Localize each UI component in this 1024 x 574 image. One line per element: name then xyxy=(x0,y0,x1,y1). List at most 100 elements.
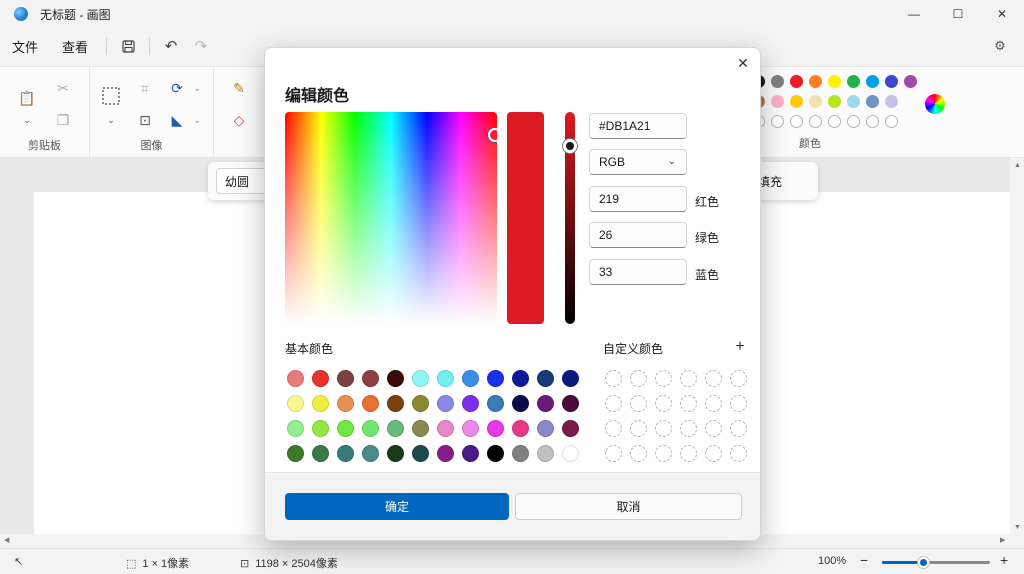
resize-button[interactable]: ⊡ xyxy=(134,109,156,131)
basic-color-swatch[interactable] xyxy=(312,445,329,462)
redo-button[interactable]: ↷ xyxy=(186,32,216,60)
basic-color-swatch[interactable] xyxy=(512,370,529,387)
basic-color-swatch[interactable] xyxy=(412,370,429,387)
basic-color-swatch[interactable] xyxy=(462,370,479,387)
basic-color-swatch[interactable] xyxy=(537,370,554,387)
custom-color-slot[interactable] xyxy=(680,370,697,387)
hex-input[interactable]: #DB1A21 xyxy=(589,113,687,139)
flip-button[interactable]: ◣ xyxy=(166,109,188,131)
save-button[interactable] xyxy=(113,32,143,60)
minimize-button[interactable]: — xyxy=(892,0,936,28)
blue-input[interactable]: 33 xyxy=(589,259,687,285)
custom-color-slot[interactable] xyxy=(730,395,747,412)
basic-color-swatch[interactable] xyxy=(387,420,404,437)
basic-color-swatch[interactable] xyxy=(537,420,554,437)
palette-color[interactable] xyxy=(790,95,803,108)
custom-color-slot[interactable] xyxy=(630,370,647,387)
custom-color-slot[interactable] xyxy=(730,445,747,462)
scroll-left-icon[interactable]: ◀ xyxy=(4,536,9,544)
palette-color[interactable] xyxy=(847,115,860,128)
custom-color-slot[interactable] xyxy=(605,420,622,437)
zoom-in-button[interactable]: + xyxy=(1000,552,1008,568)
basic-color-swatch[interactable] xyxy=(437,445,454,462)
custom-color-slot[interactable] xyxy=(705,420,722,437)
palette-color[interactable] xyxy=(885,95,898,108)
basic-color-swatch[interactable] xyxy=(387,395,404,412)
paste-button[interactable]: 📋 xyxy=(16,87,38,109)
custom-color-slot[interactable] xyxy=(655,370,672,387)
scroll-right-icon[interactable]: ▶ xyxy=(1000,536,1005,544)
color-wheel-icon[interactable] xyxy=(925,94,945,114)
fill-option[interactable]: 填充 xyxy=(758,173,782,190)
custom-color-slot[interactable] xyxy=(680,445,697,462)
basic-color-swatch[interactable] xyxy=(512,445,529,462)
palette-color[interactable] xyxy=(866,95,879,108)
vertical-scrollbar[interactable]: ▲ ▼ xyxy=(1010,158,1024,536)
custom-color-slot[interactable] xyxy=(705,445,722,462)
zoom-slider-thumb[interactable] xyxy=(918,557,930,568)
basic-color-swatch[interactable] xyxy=(362,420,379,437)
select-dropdown[interactable]: ⌄ xyxy=(100,109,122,131)
palette-color[interactable] xyxy=(790,115,803,128)
basic-color-swatch[interactable] xyxy=(462,395,479,412)
zoom-slider[interactable] xyxy=(882,557,990,568)
palette-color[interactable] xyxy=(885,115,898,128)
menu-file[interactable]: 文件 xyxy=(0,32,50,60)
basic-color-swatch[interactable] xyxy=(312,395,329,412)
custom-color-slot[interactable] xyxy=(680,395,697,412)
basic-color-swatch[interactable] xyxy=(487,370,504,387)
custom-color-slot[interactable] xyxy=(605,445,622,462)
palette-color[interactable] xyxy=(771,115,784,128)
crop-button[interactable]: ⌗ xyxy=(134,77,156,99)
basic-color-swatch[interactable] xyxy=(462,445,479,462)
paste-dropdown[interactable]: ⌄ xyxy=(16,109,38,131)
basic-color-swatch[interactable] xyxy=(537,445,554,462)
basic-color-swatch[interactable] xyxy=(287,370,304,387)
rotate-dropdown[interactable]: ⌄ xyxy=(186,77,208,99)
basic-color-swatch[interactable] xyxy=(337,395,354,412)
rotate-button[interactable]: ⟳ xyxy=(166,77,188,99)
basic-color-swatch[interactable] xyxy=(362,395,379,412)
palette-color[interactable] xyxy=(847,95,860,108)
palette-color[interactable] xyxy=(885,75,898,88)
palette-color[interactable] xyxy=(866,115,879,128)
basic-color-swatch[interactable] xyxy=(537,395,554,412)
basic-color-swatch[interactable] xyxy=(437,395,454,412)
basic-color-swatch[interactable] xyxy=(362,370,379,387)
palette-color[interactable] xyxy=(809,115,822,128)
basic-color-swatch[interactable] xyxy=(287,445,304,462)
red-input[interactable]: 219 xyxy=(589,186,687,212)
palette-color[interactable] xyxy=(771,75,784,88)
spectrum-picker-thumb[interactable] xyxy=(488,128,497,142)
custom-color-slot[interactable] xyxy=(630,395,647,412)
basic-color-swatch[interactable] xyxy=(362,445,379,462)
palette-color[interactable] xyxy=(771,95,784,108)
custom-color-slot[interactable] xyxy=(730,420,747,437)
cancel-button[interactable]: 取消 xyxy=(515,493,742,520)
basic-color-swatch[interactable] xyxy=(387,445,404,462)
add-custom-color-button[interactable]: + xyxy=(730,337,750,357)
basic-color-swatch[interactable] xyxy=(387,370,404,387)
basic-color-swatch[interactable] xyxy=(412,395,429,412)
green-input[interactable]: 26 xyxy=(589,222,687,248)
basic-color-swatch[interactable] xyxy=(462,420,479,437)
palette-color[interactable] xyxy=(790,75,803,88)
basic-color-swatch[interactable] xyxy=(337,370,354,387)
basic-color-swatch[interactable] xyxy=(287,420,304,437)
basic-color-swatch[interactable] xyxy=(562,370,579,387)
custom-color-slot[interactable] xyxy=(730,370,747,387)
brightness-slider-thumb[interactable] xyxy=(563,138,577,153)
flip-dropdown[interactable]: ⌄ xyxy=(186,109,208,131)
close-window-button[interactable]: ✕ xyxy=(980,0,1024,28)
basic-color-swatch[interactable] xyxy=(562,395,579,412)
palette-color[interactable] xyxy=(828,75,841,88)
basic-color-swatch[interactable] xyxy=(412,445,429,462)
palette-color[interactable] xyxy=(847,75,860,88)
custom-color-slot[interactable] xyxy=(605,370,622,387)
basic-color-swatch[interactable] xyxy=(487,420,504,437)
custom-color-slot[interactable] xyxy=(655,445,672,462)
copy-button[interactable]: ❐ xyxy=(52,109,74,131)
scroll-up-icon[interactable]: ▲ xyxy=(1014,162,1021,169)
basic-color-swatch[interactable] xyxy=(312,370,329,387)
undo-button[interactable]: ↶ xyxy=(156,32,186,60)
